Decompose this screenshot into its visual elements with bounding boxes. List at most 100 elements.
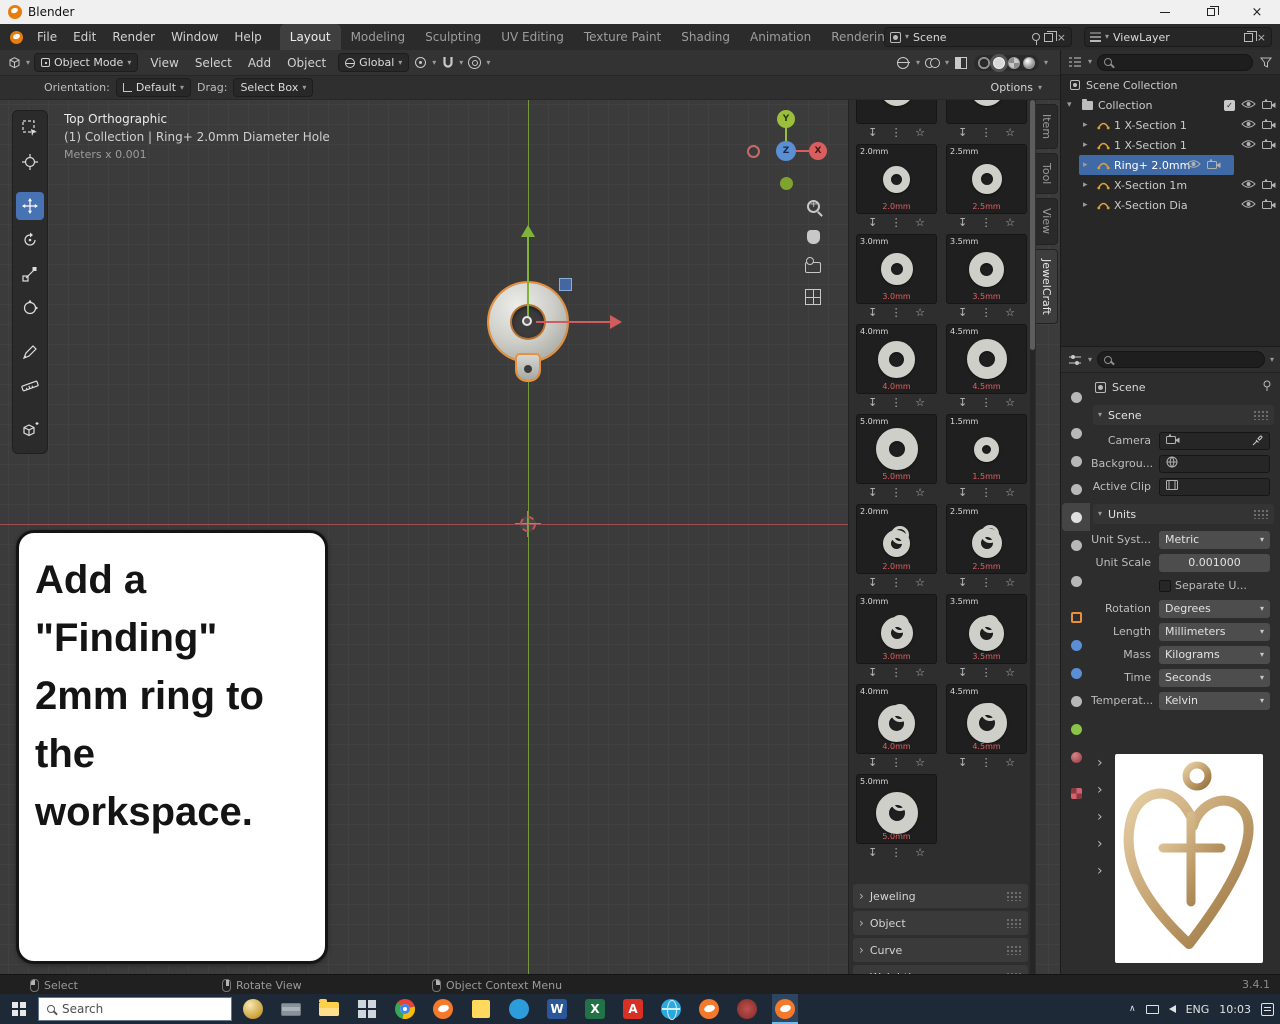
disable-render-icon[interactable] [1262, 179, 1276, 192]
asset-2.5mm-bail[interactable]: 2.5mm2.5mm ↧ ⋮ ☆ [946, 504, 1027, 594]
asset-2.0mm-bail[interactable]: 2.0mm2.0mm ↧ ⋮ ☆ [856, 504, 937, 594]
units-panel-header[interactable]: ▾ Units [1093, 504, 1274, 524]
asset-3.0mm-bail[interactable]: 3.0mm3.0mm ↧ ⋮ ☆ [856, 594, 937, 684]
asset-thumbnail[interactable]: 4.5mm4.5mm [946, 324, 1027, 394]
download-icon[interactable]: ↧ [958, 396, 967, 414]
download-icon[interactable]: ↧ [958, 216, 967, 234]
disclosure-icon[interactable]: ▸ [1083, 200, 1095, 210]
new-viewlayer-icon[interactable] [1244, 33, 1253, 42]
tool-select-box-button[interactable] [16, 114, 44, 142]
download-icon[interactable]: ↧ [958, 666, 967, 684]
remove-viewlayer-icon[interactable]: × [1257, 32, 1266, 43]
asset-thumbnail[interactable]: 2.5mm2.5mm [946, 144, 1027, 214]
section-weighting[interactable]: ›Weighting [853, 965, 1028, 974]
hide-eye-icon[interactable] [1186, 159, 1201, 172]
properties-tab-texture[interactable] [1062, 779, 1090, 807]
mass-field[interactable]: Kilograms ▾ [1159, 646, 1270, 664]
download-icon[interactable]: ↧ [958, 126, 967, 144]
favorite-star-icon[interactable]: ☆ [1005, 396, 1015, 414]
asset-menu-icon[interactable]: ⋮ [981, 486, 992, 504]
collapsed-panel-chevron[interactable]: › [1097, 803, 1103, 830]
asset-menu-icon[interactable]: ⋮ [891, 666, 902, 684]
shading-options-chevron[interactable]: ▾ [1044, 59, 1048, 67]
properties-search-input[interactable] [1097, 351, 1265, 368]
outliner-item-1-x-section-1[interactable]: ▸ 1 X-Section 1 [1061, 115, 1280, 135]
properties-tab-object[interactable] [1062, 603, 1090, 631]
asset-thumbnail[interactable]: 1.5mm1.5mm [946, 414, 1027, 484]
asset-thumbnail[interactable]: 3.5mm3.5mm [946, 594, 1027, 664]
viewlayer-selector[interactable]: ▾ ViewLayer × [1084, 27, 1272, 47]
asset-menu-icon[interactable]: ⋮ [891, 756, 902, 774]
asset-menu-icon[interactable]: ⋮ [891, 576, 902, 594]
unitsyst-field[interactable]: Metric ▾ [1159, 531, 1270, 549]
taskbar-search-input[interactable]: Search [38, 997, 232, 1021]
close-button[interactable]: × [1234, 0, 1280, 24]
properties-tab-world[interactable] [1062, 531, 1090, 559]
workspace-tab-texture-paint[interactable]: Texture Paint [574, 24, 671, 50]
shading-solid-icon[interactable] [993, 57, 1005, 69]
viewport-menu-view[interactable]: View [142, 50, 186, 76]
hide-eye-icon[interactable] [1241, 119, 1256, 132]
shading-material-icon[interactable] [1008, 57, 1020, 69]
asset-menu-icon[interactable]: ⋮ [981, 576, 992, 594]
hide-eye-icon[interactable] [1241, 199, 1256, 212]
asset-thumbnail[interactable]: 5.0mm5.0mm [856, 774, 937, 844]
unitscale-field[interactable]: 0.001000 [1159, 554, 1270, 572]
taskbar-app-red-app[interactable] [734, 994, 760, 1024]
disclosure-icon[interactable]: ▸ [1083, 160, 1095, 170]
axis-x-handle[interactable]: X [809, 142, 827, 160]
taskbar-app-excel[interactable]: X [582, 994, 608, 1024]
mode-dropdown[interactable]: Object Mode ▾ [34, 53, 138, 72]
collection-checkbox[interactable]: ✓ [1224, 100, 1235, 111]
disclosure-icon[interactable]: ▸ [1083, 180, 1095, 190]
activeclip-field[interactable] [1159, 478, 1270, 496]
favorite-star-icon[interactable]: ☆ [915, 126, 925, 144]
asset-menu-icon[interactable]: ⋮ [981, 306, 992, 324]
properties-tab-collection[interactable] [1062, 567, 1090, 595]
orientation-default-dropdown[interactable]: Default ▾ [116, 78, 191, 97]
taskbar-app-word[interactable]: W [544, 994, 570, 1024]
asset-thumbnail[interactable]: 2.5mm2.5mm [946, 504, 1027, 574]
asset-menu-icon[interactable]: ⋮ [891, 126, 902, 144]
eyedropper-icon[interactable] [1252, 435, 1263, 446]
favorite-star-icon[interactable]: ☆ [915, 846, 925, 864]
viewport-menu-add[interactable]: Add [240, 50, 279, 76]
asset-thumbnail[interactable] [856, 100, 937, 124]
scene-selector[interactable]: ▾ Scene × [884, 27, 1072, 47]
ortho-toggle-icon[interactable] [802, 286, 824, 308]
section-grip[interactable] [1006, 891, 1022, 901]
gizmo-x-axis-handle[interactable] [536, 321, 610, 323]
viewport-menu-object[interactable]: Object [279, 50, 334, 76]
taskbar-app-keyboard[interactable] [278, 994, 304, 1024]
sidebar-tab-view[interactable]: View [1036, 198, 1058, 244]
download-icon[interactable]: ↧ [868, 666, 877, 684]
workspace-tab-animation[interactable]: Animation [740, 24, 821, 50]
sidebar-tab-tool[interactable]: Tool [1036, 153, 1058, 194]
asset-menu-icon[interactable]: ⋮ [981, 666, 992, 684]
section-grip[interactable] [1006, 918, 1022, 928]
scrollbar-thumb[interactable] [1030, 100, 1035, 350]
favorite-star-icon[interactable]: ☆ [1005, 576, 1015, 594]
taskbar-app-chrome[interactable] [392, 994, 418, 1024]
time-field[interactable]: Seconds ▾ [1159, 669, 1270, 687]
pan-hand-icon[interactable] [802, 226, 824, 248]
asset-4.0mm-bail[interactable]: 4.0mm4.0mm ↧ ⋮ ☆ [856, 684, 937, 774]
section-jeweling[interactable]: ›Jeweling [853, 884, 1028, 908]
asset-3.5mm-ring[interactable]: 3.5mm3.5mm ↧ ⋮ ☆ [946, 234, 1027, 324]
asset-menu-icon[interactable]: ⋮ [891, 396, 902, 414]
pivot-point-icon[interactable] [413, 55, 428, 70]
workspace-tab-uv-editing[interactable]: UV Editing [491, 24, 574, 50]
asset-4.5mm-ring[interactable]: 4.5mm4.5mm ↧ ⋮ ☆ [946, 324, 1027, 414]
viewport-menu-select[interactable]: Select [187, 50, 240, 76]
section-object[interactable]: ›Object [853, 911, 1028, 935]
gizmo-y-arrowhead[interactable] [521, 225, 535, 237]
download-icon[interactable]: ↧ [868, 846, 877, 864]
notification-center-icon[interactable] [1261, 1003, 1274, 1016]
disable-render-icon[interactable] [1262, 99, 1276, 112]
asset-3.0mm-ring[interactable]: 3.0mm3.0mm ↧ ⋮ ☆ [856, 234, 937, 324]
disable-render-icon[interactable] [1262, 119, 1276, 132]
tool-add-cube-button[interactable] [16, 416, 44, 444]
workspace-tab-sculpting[interactable]: Sculpting [415, 24, 491, 50]
outliner-item-x-section-1m[interactable]: ▸ X-Section 1m [1061, 175, 1280, 195]
asset-thumbnail[interactable]: 3.0mm3.0mm [856, 234, 937, 304]
